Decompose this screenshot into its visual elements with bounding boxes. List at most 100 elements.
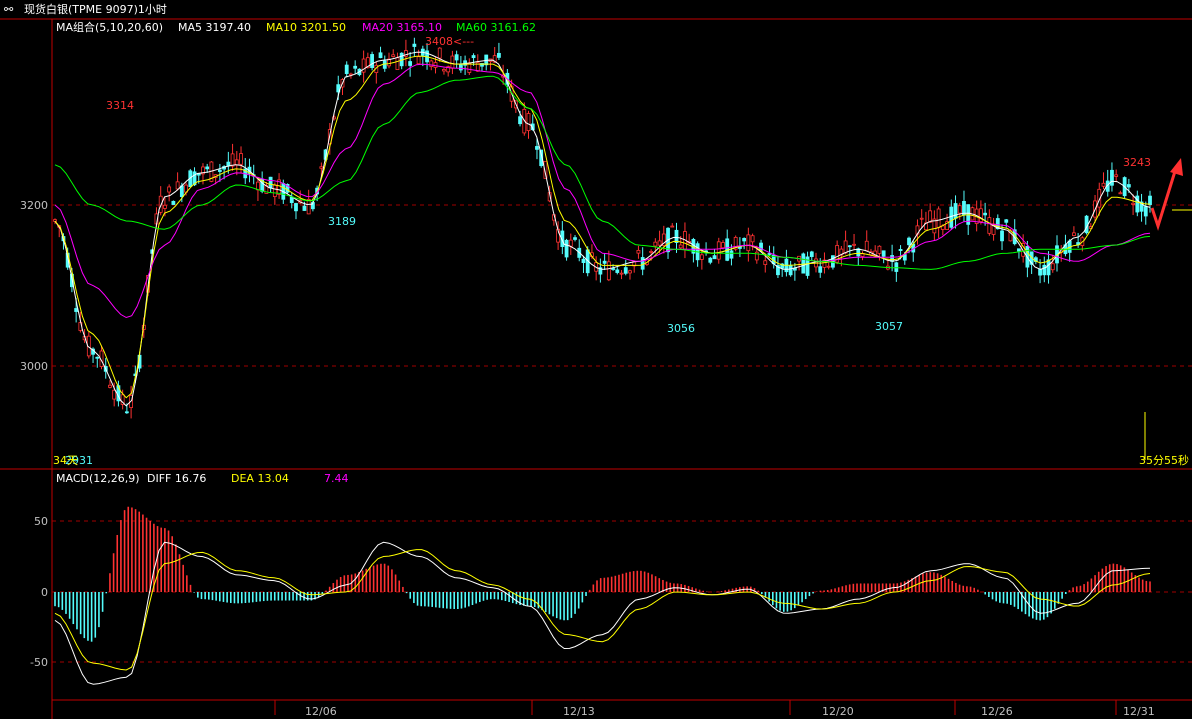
candle-body [983, 212, 988, 216]
candle-body [454, 54, 459, 61]
candle-body [852, 243, 856, 246]
candle-body [699, 254, 704, 260]
candle-body [877, 245, 882, 254]
candle-body [171, 200, 176, 205]
candle-body [167, 186, 172, 193]
candle-body [564, 239, 569, 258]
price-label-3200: 3200 [20, 199, 48, 212]
candle-body [611, 268, 615, 270]
candle-body [670, 225, 675, 228]
candle-body [628, 270, 632, 274]
candle-body [518, 116, 522, 125]
ma10-label: MA10 3201.50 [266, 21, 346, 34]
ma20-label: MA20 3165.10 [362, 21, 442, 34]
ma-line-ma20 [54, 63, 1151, 319]
candle-body [678, 244, 683, 249]
price-label-3000: 3000 [20, 360, 48, 373]
candle-body [497, 52, 501, 58]
date-label-1231: 12/31 [1123, 705, 1155, 718]
candle-body [344, 64, 349, 74]
candle-body [881, 250, 886, 257]
candle-body [234, 159, 239, 166]
red-arrow-annotation [1150, 167, 1178, 231]
candle-body [370, 54, 374, 68]
candle-body [1050, 263, 1055, 271]
candle-body [378, 52, 383, 59]
ma-group-label: MA组合(5,10,20,60) [56, 20, 163, 34]
date-label-1213: 12/13 [563, 705, 595, 718]
candle-body [163, 204, 167, 209]
date-label-1226: 12/26 [981, 705, 1013, 718]
candle-body [568, 239, 573, 247]
ma-line-ma60 [54, 75, 1151, 270]
candle-body [108, 384, 112, 388]
candle-body [74, 308, 79, 312]
candle-body [623, 267, 628, 274]
red-arrow-head [1170, 158, 1183, 176]
candle-body [239, 153, 243, 165]
candle-body [391, 54, 396, 58]
ma60-label: MA60 3161.62 [456, 21, 536, 34]
candle-body [847, 245, 852, 248]
candle-body [826, 265, 831, 268]
candle-body [716, 241, 721, 260]
candle-body [1046, 259, 1051, 276]
candle-body [1131, 202, 1135, 205]
candle-body [1004, 219, 1009, 223]
candle-body [581, 258, 586, 264]
candle-body [1148, 195, 1152, 205]
candle-body [1118, 192, 1123, 195]
candle-body [53, 219, 57, 222]
candle-body [526, 113, 531, 132]
candle-body [353, 65, 358, 69]
candle-body [653, 241, 658, 247]
candle-body [450, 55, 455, 69]
candle-body [763, 260, 768, 265]
annotation-3243: 3243 [1123, 156, 1151, 169]
macd-label-0: 0 [41, 586, 48, 599]
candle-body [746, 234, 751, 252]
candle-body [1017, 248, 1021, 252]
candle-body [674, 229, 679, 243]
date-label-1220: 12/20 [822, 705, 854, 718]
candle-body [953, 203, 958, 219]
candle-body [898, 248, 903, 251]
macd-label-50: 50 [34, 515, 48, 528]
macd-line-diff [54, 541, 1151, 685]
candle-body [408, 61, 413, 66]
candle-body [708, 257, 713, 263]
candle-body [657, 240, 662, 246]
candle-body [809, 251, 814, 257]
macd-label: MACD(12,26,9) [56, 472, 140, 485]
macd-line-dea [54, 549, 1151, 671]
candle-body [928, 210, 933, 223]
annotation-3314: 3314 [106, 99, 134, 112]
candle-body [112, 389, 117, 400]
candlestick-series [53, 37, 1152, 419]
candle-body [843, 240, 848, 254]
candle-body [412, 43, 417, 47]
candle-body [801, 253, 806, 274]
candle-body [124, 411, 129, 414]
macd-value: 7.44 [324, 472, 349, 485]
annotation-3057: 3057 [875, 320, 903, 333]
annotation-3189: 3189 [328, 215, 356, 228]
annotation-34-days: 34天 [53, 454, 78, 467]
candle-body [636, 249, 641, 254]
candle-body [729, 250, 734, 259]
candle-body [919, 217, 924, 220]
candle-body [894, 262, 899, 272]
candle-body [750, 235, 755, 243]
candle-body [230, 153, 235, 167]
candle-body [606, 261, 611, 281]
candle-body [95, 356, 100, 359]
candle-body [788, 265, 793, 276]
candle-body [1114, 174, 1119, 177]
annotation-3408: 3408<--- [425, 35, 474, 48]
candle-body [615, 269, 620, 273]
candle-body [535, 146, 539, 150]
macd-histogram [54, 506, 1151, 642]
candle-body [1110, 169, 1114, 186]
candle-body [319, 166, 324, 169]
link-icon[interactable]: ⚯ [4, 3, 14, 16]
